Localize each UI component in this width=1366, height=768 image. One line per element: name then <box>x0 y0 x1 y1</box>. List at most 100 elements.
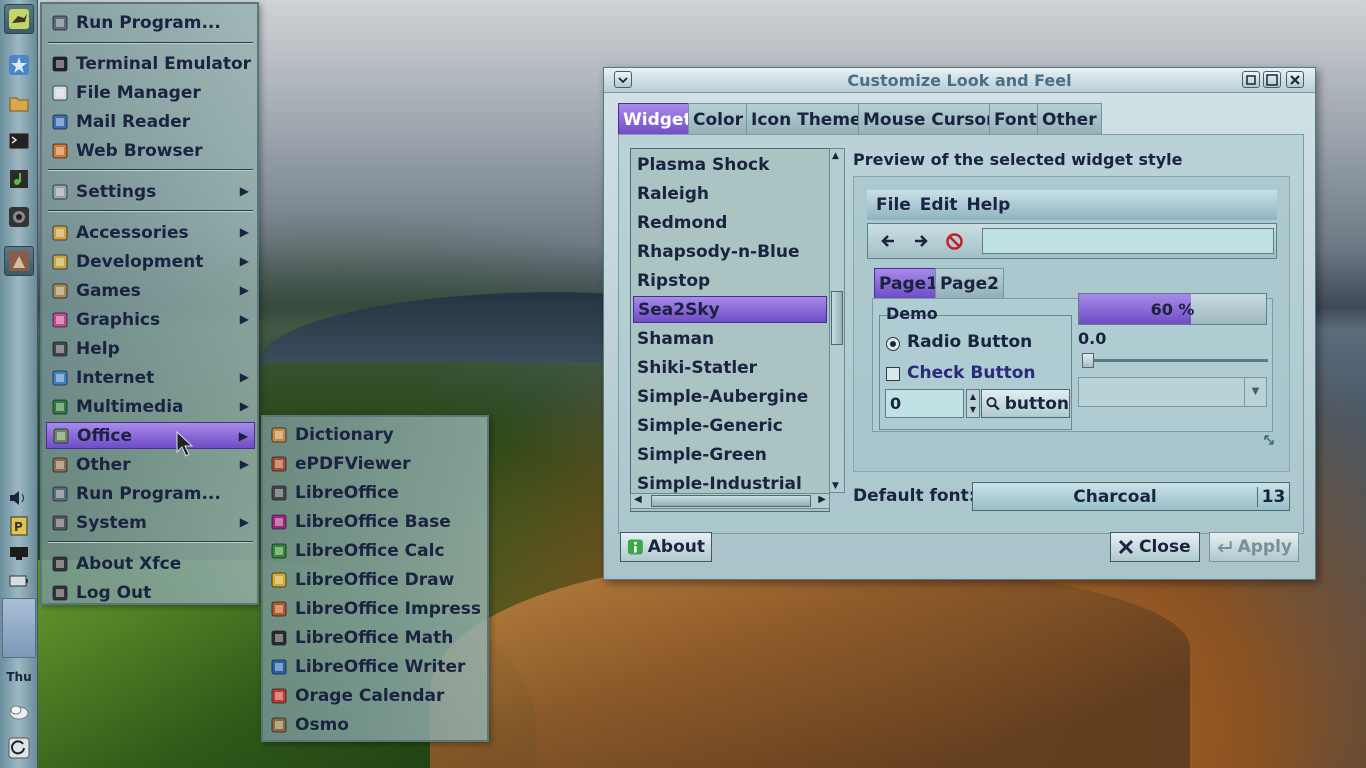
scroll-down-arrow-icon[interactable]: ▼ <box>832 481 839 491</box>
office-item-epdfviewer[interactable]: ePDFViewer <box>267 450 485 477</box>
scale-slider-knob[interactable] <box>1082 353 1094 368</box>
close-button[interactable]: Close <box>1110 532 1200 562</box>
about-button[interactable]: About <box>620 532 712 562</box>
menu-item-web-browser[interactable]: Web Browser <box>46 137 255 164</box>
check-button-label[interactable]: Check Button <box>907 363 1036 383</box>
office-item-label: ePDFViewer <box>295 453 411 474</box>
scroll-left-arrow-icon[interactable]: ◀ <box>634 494 642 505</box>
preview-button[interactable]: button <box>981 389 1070 418</box>
preview-menu-help[interactable]: Help <box>967 195 1011 215</box>
apply-button[interactable]: Apply <box>1209 532 1299 562</box>
theme-list-item[interactable]: Simple-Generic <box>633 412 827 439</box>
tab-color[interactable]: Color <box>688 103 749 135</box>
preview-entry[interactable] <box>982 228 1274 254</box>
menu-item-settings[interactable]: Settings ▶ <box>46 178 255 205</box>
clipboard-icon[interactable]: P <box>8 516 30 536</box>
menu-item-system[interactable]: System ▶ <box>46 509 255 536</box>
theme-list-item[interactable]: Simple-Aubergine <box>633 383 827 410</box>
preview-tab-page2[interactable]: Page2 <box>935 268 1005 298</box>
menu-item-games[interactable]: Games ▶ <box>46 277 255 304</box>
office-item-libreoffice[interactable]: LibreOffice <box>267 479 485 506</box>
logout-panel-button[interactable] <box>4 733 34 763</box>
scroll-up-arrow-icon[interactable]: ▲ <box>832 151 839 161</box>
office-item-orage-calendar[interactable]: Orage Calendar <box>267 682 485 709</box>
office-item-osmo[interactable]: Osmo <box>267 711 485 738</box>
applications-menu-button[interactable] <box>4 4 34 34</box>
office-item-dictionary[interactable]: Dictionary <box>267 421 485 448</box>
office-item-libreoffice-math[interactable]: LibreOffice Math <box>267 624 485 651</box>
panel-camera-launcher[interactable] <box>4 202 34 232</box>
workspace-switcher[interactable] <box>2 598 36 658</box>
tab-widget[interactable]: Widget <box>618 103 697 135</box>
preview-menu-file[interactable]: File <box>876 195 911 215</box>
theme-list-item[interactable]: Ripstop <box>633 267 827 294</box>
menu-item-run-program[interactable]: Run Program... <box>46 480 255 507</box>
scrollbar-thumb[interactable] <box>831 291 843 345</box>
panel-window-button[interactable] <box>4 246 34 276</box>
tab-font[interactable]: Font <box>989 103 1042 135</box>
volume-icon[interactable] <box>8 490 30 506</box>
theme-list-item[interactable]: Simple-Green <box>633 441 827 468</box>
combo-dropdown-arrow-icon[interactable]: ▼ <box>1244 378 1266 406</box>
menu-item-multimedia[interactable]: Multimedia ▶ <box>46 393 255 420</box>
menu-item-development[interactable]: Development ▶ <box>46 248 255 275</box>
panel-launcher-1[interactable] <box>4 50 34 80</box>
office-item-libreoffice-calc[interactable]: LibreOffice Calc <box>267 537 485 564</box>
resize-grip-icon[interactable] <box>1262 433 1276 447</box>
weather-icon[interactable] <box>4 696 34 726</box>
preview-combobox[interactable]: ▼ <box>1078 377 1267 407</box>
scroll-right-arrow-icon[interactable]: ▶ <box>818 494 826 505</box>
panel-terminal-launcher[interactable] <box>4 126 34 156</box>
office-item-libreoffice-draw[interactable]: LibreOffice Draw <box>267 566 485 593</box>
menu-item-help[interactable]: Help <box>46 335 255 362</box>
radio-button-label[interactable]: Radio Button <box>907 332 1032 352</box>
theme-list-item[interactable]: Rhapsody-n-Blue <box>633 238 827 265</box>
theme-list-item[interactable]: Redmond <box>633 209 827 236</box>
theme-list-vertical-scrollbar[interactable]: ▲ ▼ <box>829 148 845 493</box>
theme-list-item[interactable]: Sea2Sky <box>633 296 827 323</box>
battery-icon[interactable] <box>8 573 30 589</box>
theme-list-item[interactable]: Shaman <box>633 325 827 352</box>
spin-button-input[interactable]: 0 <box>885 389 964 418</box>
office-item-libreoffice-base[interactable]: LibreOffice Base <box>267 508 485 535</box>
menu-item-internet[interactable]: Internet ▶ <box>46 364 255 391</box>
panel-media-launcher[interactable] <box>4 164 34 194</box>
theme-list-item[interactable]: Raleigh <box>633 180 827 207</box>
menu-item-file-manager[interactable]: File Manager <box>46 79 255 106</box>
menu-item-log-out[interactable]: Log Out <box>46 579 255 606</box>
menu-item-about-xfce[interactable]: About Xfce <box>46 550 255 577</box>
office-item-libreoffice-impress[interactable]: LibreOffice Impress <box>267 595 485 622</box>
tab-icon-theme[interactable]: Icon Theme <box>746 103 867 135</box>
office-item-libreoffice-writer[interactable]: LibreOffice Writer <box>267 653 485 680</box>
default-font-button[interactable]: Charcoal 13 <box>972 482 1290 511</box>
check-button-control[interactable] <box>886 367 900 381</box>
network-icon[interactable] <box>8 545 30 561</box>
tab-mouse-cursor[interactable]: Mouse Cursor <box>858 103 1000 135</box>
tab-other[interactable]: Other <box>1037 103 1102 135</box>
menu-item-other[interactable]: Other ▶ <box>46 451 255 478</box>
panel-folder-launcher[interactable] <box>4 88 34 118</box>
theme-list-horizontal-scrollbar[interactable]: ◀ ▶ <box>630 493 830 509</box>
menu-item-run-program[interactable]: Run Program... <box>46 9 255 36</box>
preview-tab-page1[interactable]: Page1 <box>874 268 944 298</box>
close-window-button[interactable] <box>1286 71 1304 88</box>
dialog-titlebar[interactable]: Customize Look and Feel <box>604 68 1315 93</box>
maximize-button[interactable] <box>1263 71 1281 88</box>
back-arrow-icon[interactable] <box>880 233 896 249</box>
minimize-button[interactable] <box>1242 71 1260 88</box>
menu-item-mail-reader[interactable]: Mail Reader <box>46 108 255 135</box>
theme-list[interactable]: Plasma Shock Raleigh Redmond Rhapsody-n-Blu… <box>630 148 830 512</box>
horizontal-scrollbar-thumb[interactable] <box>651 495 811 507</box>
scale-track[interactable] <box>1082 359 1268 362</box>
theme-list-item[interactable]: Shiki-Statler <box>633 354 827 381</box>
forward-arrow-icon[interactable] <box>913 233 929 249</box>
menu-item-graphics[interactable]: Graphics ▶ <box>46 306 255 333</box>
menu-item-office[interactable]: Office ▶ <box>46 422 255 449</box>
radio-button-control[interactable] <box>886 337 900 351</box>
preview-menu-edit[interactable]: Edit <box>920 195 958 215</box>
menu-item-accessories[interactable]: Accessories ▶ <box>46 219 255 246</box>
spin-button-arrows[interactable]: ▲ ▼ <box>966 389 980 418</box>
theme-list-item[interactable]: Plasma Shock <box>633 151 827 178</box>
menu-item-terminal-emulator[interactable]: Terminal Emulator <box>46 50 255 77</box>
stop-icon[interactable] <box>946 233 963 250</box>
